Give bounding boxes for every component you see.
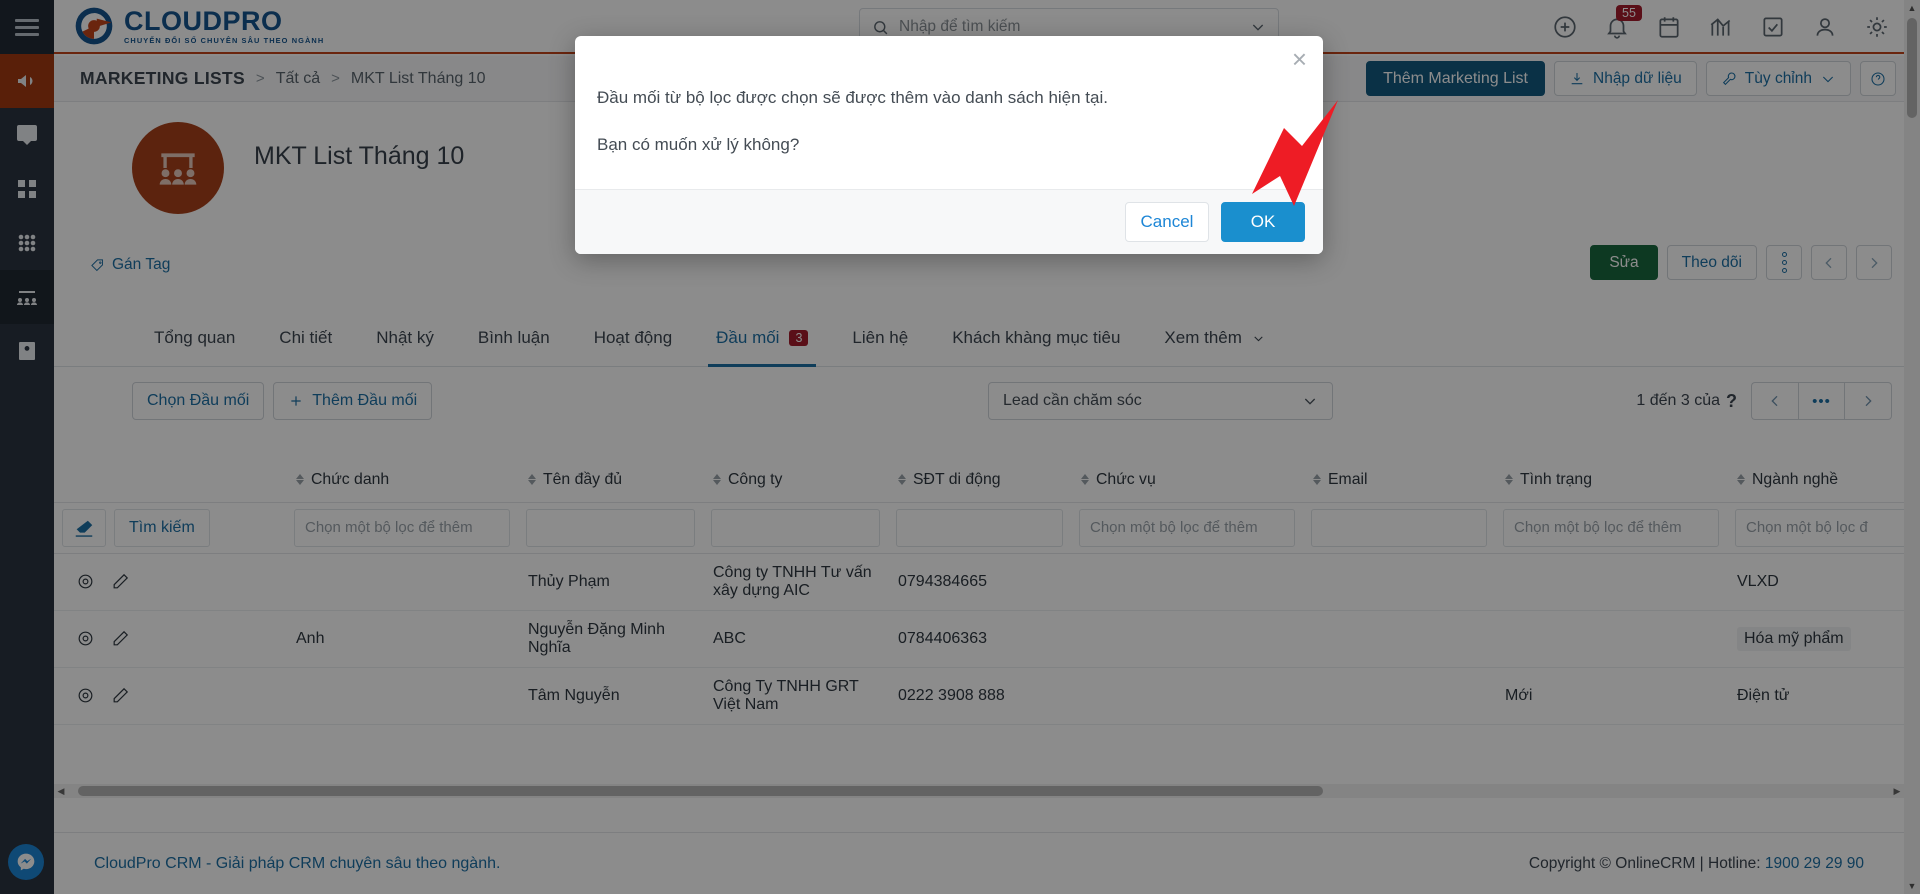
confirm-dialog: × Đầu mối từ bộ lọc được chọn sẽ được th…: [575, 36, 1323, 254]
annotation-arrow: [1240, 98, 1350, 243]
dialog-footer: Cancel OK: [575, 189, 1323, 254]
cancel-button[interactable]: Cancel: [1125, 202, 1209, 242]
dialog-message-line-2: Bạn có muốn xử lý không?: [597, 135, 800, 154]
dialog-body: Đầu mối từ bộ lọc được chọn sẽ được thêm…: [575, 36, 1323, 189]
dialog-message-line-1: Đầu mối từ bộ lọc được chọn sẽ được thêm…: [597, 88, 1108, 107]
app-root: CLOUDPRO CHUYỂN ĐỔI SỐ CHUYÊN SÂU THEO N…: [0, 0, 1920, 894]
close-icon[interactable]: ×: [1292, 46, 1307, 72]
